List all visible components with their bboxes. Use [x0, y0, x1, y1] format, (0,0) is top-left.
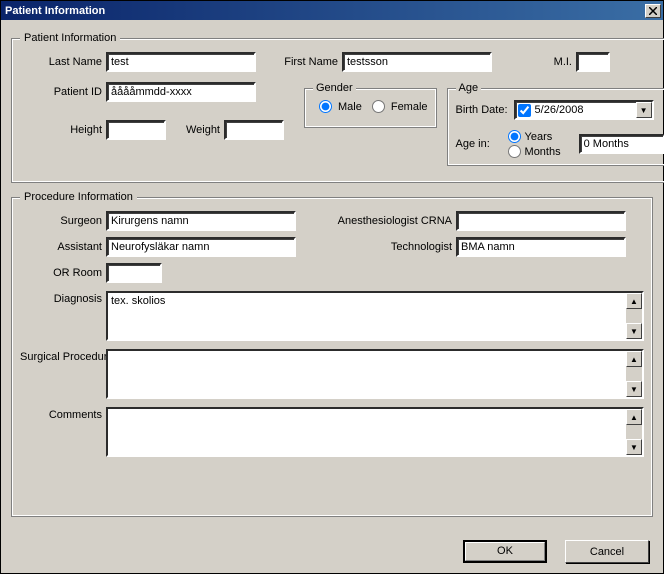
height-field[interactable]	[106, 120, 166, 140]
age-months-label: Months	[525, 146, 561, 158]
gender-female-radio[interactable]	[372, 100, 385, 113]
assistant-field[interactable]	[106, 237, 296, 257]
scroll-up-icon[interactable]: ▲	[626, 351, 642, 367]
scroll-up-icon[interactable]: ▲	[626, 293, 642, 309]
diagnosis-label: Diagnosis	[20, 291, 106, 305]
scrollbar[interactable]: ▲ ▼	[626, 409, 642, 455]
chevron-down-icon[interactable]: ▼	[636, 102, 652, 118]
assistant-label: Assistant	[20, 241, 106, 253]
age-value-field[interactable]	[579, 134, 664, 154]
weight-field[interactable]	[224, 120, 284, 140]
mi-label: M.I.	[514, 56, 576, 68]
birth-date-picker[interactable]: 5/26/2008 ▼	[514, 100, 654, 120]
height-label: Height	[20, 124, 106, 136]
patient-info-legend: Patient Information	[20, 32, 120, 44]
procedure-info-legend: Procedure Information	[20, 191, 137, 203]
gender-female-label: Female	[391, 101, 428, 113]
patient-id-label: Patient ID	[20, 86, 106, 98]
birth-date-checkbox[interactable]	[518, 104, 531, 117]
surgical-procedure-label: Surgical Procedure	[20, 349, 106, 363]
gender-legend: Gender	[313, 82, 356, 94]
age-years-radio[interactable]	[508, 130, 521, 143]
scroll-up-icon[interactable]: ▲	[626, 409, 642, 425]
titlebar: Patient Information	[1, 1, 663, 20]
or-room-label: OR Room	[20, 267, 106, 279]
patient-info-group: Patient Information Last Name First Name…	[11, 32, 664, 183]
technologist-label: Technologist	[316, 241, 456, 253]
scroll-down-icon[interactable]: ▼	[626, 323, 642, 339]
cancel-button[interactable]: Cancel	[565, 540, 649, 563]
first-name-label: First Name	[272, 56, 342, 68]
procedure-info-group: Procedure Information Surgeon Anesthesio…	[11, 191, 653, 517]
age-group: Age Birth Date: 5/26/2008 ▼ Age in: Year…	[447, 82, 664, 166]
age-years-label: Years	[525, 131, 553, 143]
ok-button[interactable]: OK	[463, 540, 547, 563]
surgical-procedure-textarea[interactable]	[108, 351, 626, 397]
technologist-field[interactable]	[456, 237, 626, 257]
last-name-field[interactable]	[106, 52, 256, 72]
scrollbar[interactable]: ▲ ▼	[626, 293, 642, 339]
gender-group: Gender Male Female	[304, 82, 437, 128]
age-in-label: Age in:	[456, 138, 502, 150]
weight-label: Weight	[172, 124, 224, 136]
surgeon-field[interactable]	[106, 211, 296, 231]
age-legend: Age	[456, 82, 482, 94]
comments-textarea[interactable]	[108, 409, 626, 455]
surgeon-label: Surgeon	[20, 215, 106, 227]
gender-male-radio[interactable]	[319, 100, 332, 113]
comments-label: Comments	[20, 407, 106, 421]
close-icon[interactable]	[645, 4, 661, 18]
patient-info-window: Patient Information Patient Information …	[0, 0, 664, 574]
gender-male-label: Male	[338, 101, 362, 113]
or-room-field[interactable]	[106, 263, 162, 283]
last-name-label: Last Name	[20, 56, 106, 68]
content-area: Patient Information Last Name First Name…	[1, 20, 663, 573]
birth-date-label: Birth Date:	[456, 104, 514, 116]
patient-id-field[interactable]	[106, 82, 256, 102]
anesthesiologist-field[interactable]	[456, 211, 626, 231]
window-title: Patient Information	[5, 5, 105, 17]
anesthesiologist-label: Anesthesiologist CRNA	[316, 216, 456, 227]
age-months-radio[interactable]	[508, 145, 521, 158]
mi-field[interactable]	[576, 52, 610, 72]
birth-date-value: 5/26/2008	[535, 104, 632, 116]
scroll-down-icon[interactable]: ▼	[626, 381, 642, 397]
scrollbar[interactable]: ▲ ▼	[626, 351, 642, 397]
scroll-down-icon[interactable]: ▼	[626, 439, 642, 455]
diagnosis-textarea[interactable]	[108, 293, 626, 339]
first-name-field[interactable]	[342, 52, 492, 72]
